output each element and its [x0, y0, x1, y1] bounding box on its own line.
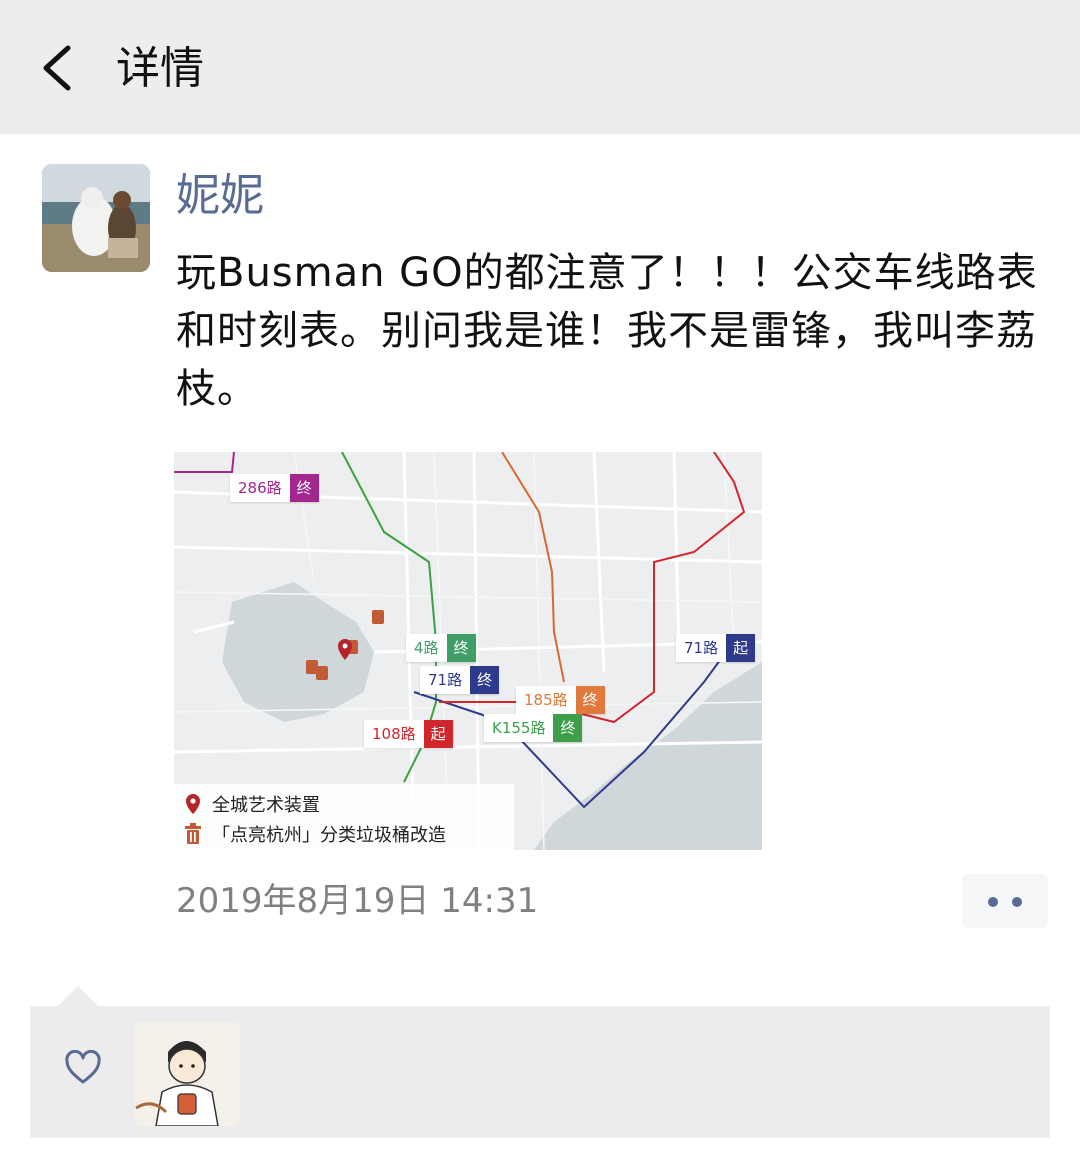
post-text: 玩Busman GO的都注意了！！！公交车线路表和时刻表。别问我是谁！我不是雷锋… — [176, 250, 1038, 412]
chevron-left-icon — [43, 45, 71, 91]
route-label: 4路 终 — [406, 634, 476, 662]
route-tag: 终 — [289, 474, 319, 502]
more-actions-button[interactable] — [962, 874, 1048, 928]
route-label: K155路 终 — [484, 714, 583, 742]
legend-item: 「点亮杭州」分类垃圾桶改造 — [182, 820, 446, 848]
author-avatar[interactable] — [42, 164, 150, 272]
route-tag: 终 — [446, 634, 476, 662]
post-timestamp: 2019年8月19日 14:31 — [176, 881, 539, 921]
back-button[interactable] — [30, 36, 90, 100]
liker-avatar-image — [134, 1022, 240, 1126]
heart-icon — [65, 1050, 101, 1084]
route-label: 71路 起 — [676, 634, 756, 662]
top-bar: 详情 — [0, 0, 1080, 134]
route-tag: 终 — [575, 686, 605, 714]
route-label: 108路 起 — [364, 720, 453, 748]
route-number: K155路 — [492, 719, 546, 737]
legend-item: 全城艺术装置 — [182, 790, 320, 818]
likes-section — [30, 1006, 1050, 1138]
route-tag: 起 — [726, 634, 756, 662]
liker-avatar[interactable] — [134, 1022, 240, 1126]
route-number: 4路 — [414, 639, 439, 657]
likes-caret — [58, 986, 98, 1006]
legend-text: 全城艺术装置 — [212, 795, 320, 816]
route-label: 286路 终 — [230, 474, 319, 502]
route-label: 71路 终 — [420, 666, 500, 694]
avatar-image — [42, 164, 150, 272]
author-name[interactable]: 妮妮 — [176, 166, 264, 226]
trash-bin-icon — [185, 823, 201, 844]
route-tag: 终 — [470, 666, 500, 694]
route-number: 185路 — [524, 691, 568, 709]
route-number: 108路 — [372, 725, 416, 743]
map-legend: 全城艺术装置 「点亮杭州」分类垃圾桶改造 — [174, 784, 514, 850]
route-number: 71路 — [684, 639, 719, 657]
post-image-map[interactable]: 286路 终 4路 终 71路 终 71路 起 185路 终 108路 起 K1… — [174, 452, 762, 850]
route-tag: 终 — [553, 714, 583, 742]
map-pin-icon — [186, 794, 200, 814]
route-tag: 起 — [423, 720, 453, 748]
legend-text: 「点亮杭州」分类垃圾桶改造 — [212, 825, 446, 846]
route-label: 185路 终 — [516, 686, 605, 714]
route-number: 71路 — [428, 671, 463, 689]
page-title: 详情 — [116, 43, 204, 94]
route-number: 286路 — [238, 479, 282, 497]
